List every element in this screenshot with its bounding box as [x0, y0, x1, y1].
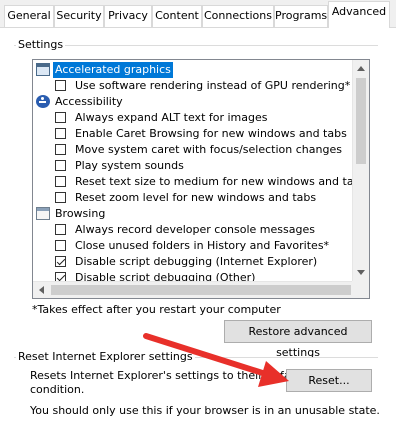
tree-item-label: Browsing: [55, 207, 106, 220]
scrollbar-corner: [352, 281, 369, 298]
checkbox[interactable]: [55, 144, 66, 155]
tab-label: Content: [155, 9, 199, 22]
tab-label: Security: [56, 9, 102, 22]
tree-item-label: Always expand ALT text for images: [75, 111, 268, 124]
checkbox[interactable]: [55, 240, 66, 251]
browsing-icon: [36, 207, 50, 220]
restart-note: *Takes effect after you restart your com…: [32, 303, 281, 316]
tree-item-label: Reset text size to medium for new window…: [75, 175, 367, 188]
tab-label: Privacy: [108, 9, 148, 22]
checkbox[interactable]: [55, 112, 66, 123]
tree-item-label: Enable Caret Browsing for new windows an…: [75, 127, 347, 140]
advanced-settings-tree[interactable]: Accelerated graphics Use software renderi…: [32, 59, 370, 299]
tab-general[interactable]: General: [4, 5, 54, 27]
reset-group-label: Reset Internet Explorer settings: [16, 350, 195, 363]
tab-security[interactable]: Security: [54, 5, 104, 27]
accelerated-graphics-icon: [36, 63, 50, 76]
reset-warning: You should only use this if your browser…: [30, 404, 380, 417]
scroll-down-icon[interactable]: [357, 270, 365, 275]
tree-item-label: Close unused folders in History and Favo…: [75, 239, 330, 252]
tree-item-label: Always record developer console messages: [75, 223, 315, 236]
checkbox[interactable]: [55, 224, 66, 235]
tree-item-label: Use software rendering instead of GPU re…: [75, 79, 351, 92]
tab-privacy[interactable]: Privacy: [104, 5, 152, 27]
reset-description-cont: condition.: [30, 383, 85, 396]
tab-label: Connections: [204, 9, 272, 22]
tab-advanced[interactable]: Advanced: [328, 1, 390, 28]
settings-group-line: [14, 45, 378, 46]
tab-programs[interactable]: Programs: [274, 5, 328, 27]
reset-description: Resets Internet Explorer's settings to t…: [30, 369, 305, 382]
reset-button[interactable]: Reset...: [286, 369, 372, 392]
scrollbar-thumb[interactable]: [51, 285, 351, 295]
checkbox[interactable]: [55, 176, 66, 187]
checkbox[interactable]: [55, 256, 66, 267]
tab-connections[interactable]: Connections: [202, 5, 274, 27]
tree-item-label: Accelerated graphics: [53, 62, 173, 78]
restore-advanced-settings-button[interactable]: Restore advanced settings: [224, 320, 372, 359]
scroll-up-icon[interactable]: [357, 66, 365, 71]
accessibility-icon: [36, 95, 50, 108]
checkbox[interactable]: [55, 160, 66, 171]
checkbox[interactable]: [55, 128, 66, 139]
scrollbar-thumb[interactable]: [356, 78, 366, 164]
vertical-scrollbar[interactable]: [352, 60, 369, 282]
checkbox[interactable]: [55, 80, 66, 91]
checkbox[interactable]: [55, 192, 66, 203]
horizontal-scrollbar[interactable]: [33, 281, 369, 298]
tab-content[interactable]: Content: [152, 5, 202, 27]
tab-strip: General Security Privacy Content Connect…: [0, 0, 396, 28]
tab-label: Programs: [275, 9, 328, 22]
tab-label: General: [7, 9, 51, 22]
tree-item-label: Move system caret with focus/selection c…: [75, 143, 342, 156]
tab-label: Advanced: [331, 5, 387, 18]
tree-item-label: Reset zoom level for new windows and tab…: [75, 191, 317, 204]
tree-item-label: Disable script debugging (Internet Explo…: [75, 255, 318, 268]
tree-item-label: Accessibility: [55, 95, 123, 108]
tree-item-label: Play system sounds: [75, 159, 184, 172]
scroll-left-icon[interactable]: [39, 286, 44, 294]
settings-group-label: Settings: [16, 38, 66, 51]
